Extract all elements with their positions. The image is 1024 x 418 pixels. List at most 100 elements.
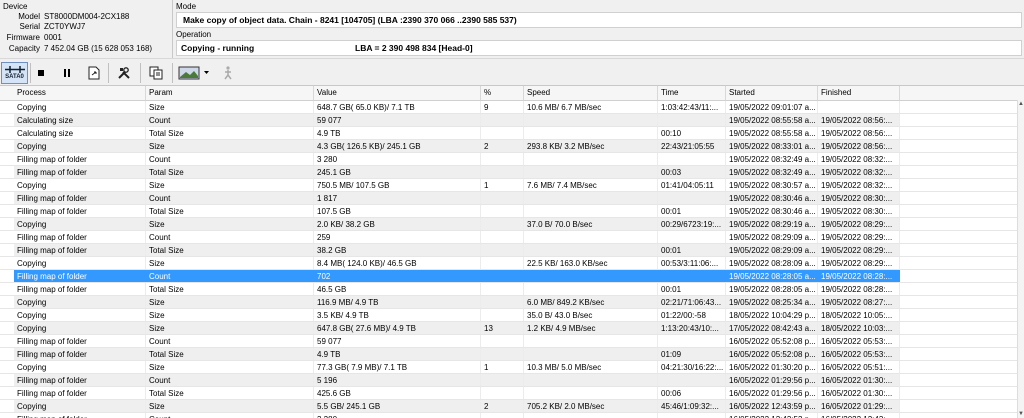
table-row[interactable]: Calculating size Count 59 077 19/05/2022 08… [0,114,1018,127]
view-dropdown-button[interactable] [176,62,212,84]
column-header[interactable]: % [481,86,524,100]
table-row[interactable]: Filling map of folder Count 59 077 16/05/20… [0,335,1018,348]
table-row[interactable]: Filling map of folder Count 259 19/05/2022 … [0,231,1018,244]
table-cell: Filling map of folder [14,244,146,256]
table-row[interactable]: Filling map of folder Total Size 4.9 TB 01:… [0,348,1018,361]
table-cell: 245.1 GB [314,166,481,178]
table-cell: 00:01 [658,244,726,256]
table-row[interactable]: Copying Size 2.0 KB/ 38.2 GB 37.0 B/ 70.0 B… [0,218,1018,231]
mode-value: Make copy of object data. Chain - 8241 [… [176,12,1022,28]
table-cell [481,387,524,399]
table-cell [481,127,524,139]
table-cell: 19/05/2022 08:28:... [818,283,900,295]
scroll-down-icon[interactable]: ▼ [1018,410,1024,418]
table-cell: 35.0 B/ 43.0 B/sec [524,309,658,321]
table-cell: 1 817 [314,192,481,204]
table-cell: 18/05/2022 10:03:... [818,322,900,334]
table-cell: 16/05/2022 12:43:... [818,413,900,418]
table-cell [658,153,726,165]
table-row[interactable]: Filling map of folder Count 1 817 19/05/202… [0,192,1018,205]
stop-icon [38,70,44,76]
table-cell: Size [146,309,314,321]
table-cell: Size [146,140,314,152]
stop-button[interactable] [32,62,50,84]
column-header[interactable]: Param [146,86,314,100]
table-cell: 259 [314,231,481,243]
table-cell: Copying [14,218,146,230]
table-row[interactable]: Copying Size 5.5 GB/ 245.1 GB 2 705.2 KB/ 2.… [0,400,1018,413]
table-cell [481,413,524,418]
table-row[interactable]: Filling map of folder Count 3 280 19/05/202… [0,153,1018,166]
table-row[interactable]: Filling map of folder Total Size 425.6 GB 0… [0,387,1018,400]
table-cell: 702 [314,270,481,282]
table-cell: 7.6 MB/ 7.4 MB/sec [524,179,658,191]
table-cell: Count [146,153,314,165]
table-row[interactable]: Filling map of folder Total Size 107.5 GB 0… [0,205,1018,218]
table-row[interactable]: Filling map of folder Total Size 46.5 GB 00… [0,283,1018,296]
device-title: Device [3,2,28,11]
mode-panel: Mode Make copy of object data. Chain - 8… [173,0,1024,58]
table-cell: 1:13:20:43/10:... [658,322,726,334]
table-row[interactable]: Filling map of folder Total Size 245.1 GB 0… [0,166,1018,179]
export-button[interactable] [84,62,104,84]
table-cell: 38.2 GB [314,244,481,256]
table-cell: 1 [481,179,524,191]
table-cell [481,374,524,386]
table-cell: 1 [481,361,524,373]
table-row[interactable]: Copying Size 77.3 GB( 7.9 MB)/ 7.1 TB 1 10.3… [0,361,1018,374]
table-cell: Total Size [146,283,314,295]
table-row[interactable]: Copying Size 116.9 MB/ 4.9 TB 6.0 MB/ 849.2… [0,296,1018,309]
table-cell [524,348,658,360]
table-row[interactable]: Copying Size 647.8 GB( 27.6 MB)/ 4.9 TB 13 1… [0,322,1018,335]
table-cell: Total Size [146,244,314,256]
sata0-button[interactable]: SATA0 [1,62,28,84]
table-row[interactable]: Copying Size 8.4 MB( 124.0 KB)/ 46.5 GB 22.… [0,257,1018,270]
table-cell [524,387,658,399]
pause-button[interactable] [58,62,76,84]
table-cell [658,192,726,204]
table-cell: 2 [481,400,524,412]
info-panel: Device Model ST8000DM004-2CX188 Serial ZCT0… [0,0,1024,58]
table-cell: 01:09 [658,348,726,360]
table-row[interactable]: Filling map of folder Count 702 19/05/2022 … [0,270,1018,283]
table-cell: 00:01 [658,283,726,295]
table-cell: 19/05/2022 08:33:01 a... [726,140,818,152]
table-cell: 19/05/2022 08:32:49 a... [726,153,818,165]
table-row[interactable]: Calculating size Total Size 4.9 TB 00:10 19/… [0,127,1018,140]
table-cell: 10.3 MB/ 5.0 MB/sec [524,361,658,373]
table-cell: 22:43/21:05:55 [658,140,726,152]
table-row[interactable]: Copying Size 3.5 KB/ 4.9 TB 35.0 B/ 43.0 B/… [0,309,1018,322]
table-cell [524,244,658,256]
table-row[interactable]: Filling map of folder Total Size 38.2 GB 00… [0,244,1018,257]
column-header[interactable]: Started [726,86,818,100]
table-cell: Size [146,400,314,412]
vertical-scrollbar[interactable]: ▲ ▼ [1017,100,1024,418]
table-cell: 750.5 MB/ 107.5 GB [314,179,481,191]
table-row[interactable]: Filling map of folderCount3 280 16/05/202… [0,413,1018,418]
copy-button[interactable] [146,62,166,84]
copy-icon [149,66,163,80]
walk-button[interactable] [218,62,238,84]
toolbar-separator [108,63,109,83]
settings-button[interactable] [114,62,134,84]
column-header[interactable]: Time [658,86,726,100]
table-cell: 19/05/2022 08:29:09 a... [726,231,818,243]
table-row[interactable]: Filling map of folder Count 5 196 16/05/202… [0,374,1018,387]
table-cell: Filling map of folder [14,192,146,204]
table-cell: 16/05/2022 01:30:20 p... [726,361,818,373]
scroll-up-icon[interactable]: ▲ [1018,100,1024,108]
table-row[interactable]: Copying Size 750.5 MB/ 107.5 GB 1 7.6 MB/ 7.… [0,179,1018,192]
column-header[interactable]: Speed [524,86,658,100]
table-row[interactable]: Copying Size 648.7 GB( 65.0 KB)/ 7.1 TB 9 10… [0,101,1018,114]
pause-icon [64,69,70,77]
column-header[interactable]: Finished [818,86,900,100]
column-header[interactable]: Process [14,86,146,100]
toolbar-separator [30,63,31,83]
table-cell: 19/05/2022 08:30:57 a... [726,179,818,191]
table-cell: 3 280 [314,413,481,418]
column-header[interactable]: Value [314,86,481,100]
document-export-icon [88,66,100,80]
table-cell: 16/05/2022 05:53:... [818,348,900,360]
table-row[interactable]: Copying Size 4.3 GB( 126.5 KB)/ 245.1 GB 2 2… [0,140,1018,153]
table-cell [658,413,726,418]
